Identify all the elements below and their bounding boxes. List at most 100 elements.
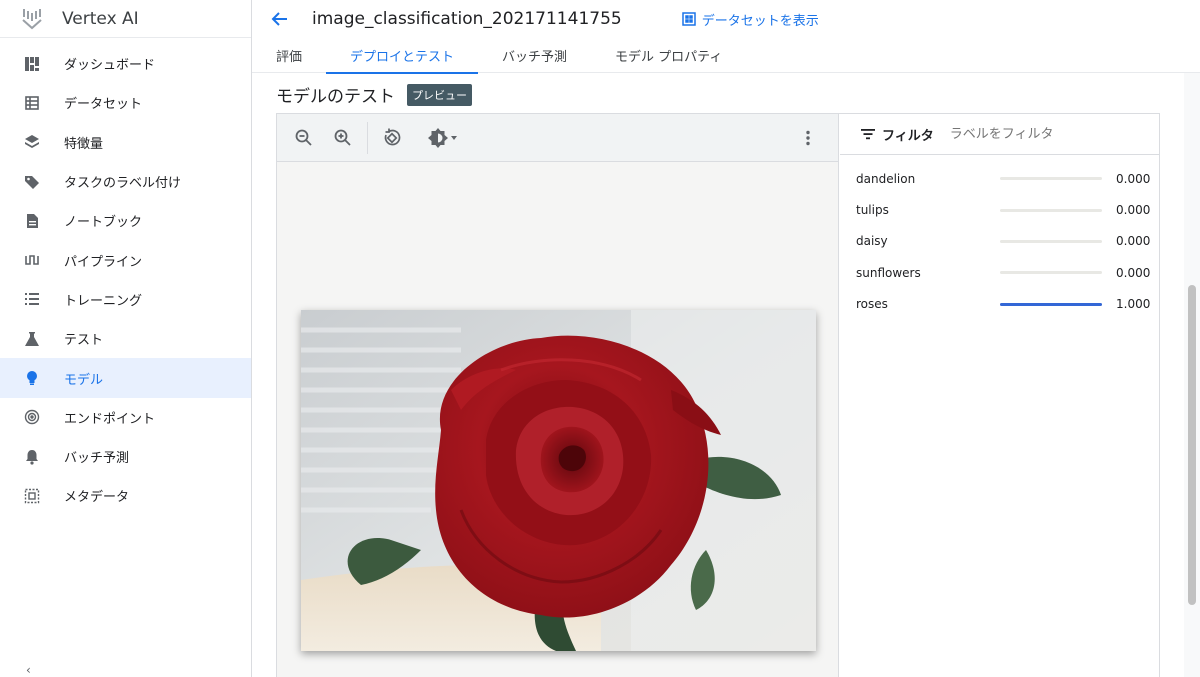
prediction-row: daisy 0.000 (840, 226, 1159, 257)
confidence-score: 0.000 (1116, 203, 1151, 218)
sidebar-item-notebooks[interactable]: ノートブック (0, 201, 251, 240)
sidebar: Vertex AI ダッシュボード データセット 特徴量 タスクのラベル付け ノ… (0, 0, 252, 677)
tab-model-properties[interactable]: モデル プロパティ (591, 38, 746, 73)
filter-button[interactable]: フィルタ (860, 125, 934, 144)
confidence-bar (1000, 208, 1102, 212)
features-icon (24, 134, 40, 150)
filter-bar: フィルタ (840, 114, 1159, 155)
confidence-bar (1000, 302, 1102, 306)
pipeline-icon (24, 252, 40, 268)
label-filter-input[interactable] (949, 126, 1110, 142)
more-options-button[interactable] (796, 126, 820, 150)
rose-image (301, 310, 816, 651)
label-tag-icon (24, 174, 40, 190)
zoom-in-icon (334, 129, 351, 146)
sidebar-item-label: メタデータ (64, 490, 130, 506)
prediction-label: sunflowers (856, 265, 921, 280)
notebook-icon (24, 213, 40, 229)
confidence-bar (1000, 239, 1102, 243)
tab-batch-predict[interactable]: バッチ予測 (478, 38, 591, 73)
sidebar-nav: ダッシュボード データセット 特徴量 タスクのラベル付け ノートブック パイプラ… (0, 38, 251, 516)
prediction-label: roses (856, 297, 888, 312)
lightbulb-icon (24, 370, 40, 386)
sidebar-item-models[interactable]: モデル (0, 358, 251, 398)
sidebar-item-label: パイプライン (64, 254, 143, 270)
training-list-icon (24, 291, 40, 307)
sidebar-item-label: トレーニング (64, 293, 143, 309)
dashboard-icon (24, 56, 40, 72)
view-dataset-link[interactable]: データセットを表示 (681, 10, 819, 29)
page-scrollbar[interactable] (1184, 73, 1200, 677)
sidebar-item-labeling-tasks[interactable]: タスクのラベル付け (0, 162, 251, 201)
test-panel: フィルタ dandelion 0.000 tulips 0.000 daisy 0.000… (276, 113, 1160, 677)
prediction-row: roses 1.000 (840, 289, 1159, 320)
prediction-row: dandelion 0.000 (840, 163, 1159, 194)
preview-badge: プレビュー (407, 83, 472, 106)
confidence-bar (1000, 271, 1102, 275)
sidebar-item-label: テスト (64, 333, 104, 349)
rotate-icon (384, 128, 401, 145)
prediction-row: tulips 0.000 (840, 194, 1159, 225)
rotate-button[interactable] (378, 124, 406, 152)
page-header: image_classification_202171141755 データセット… (252, 0, 1200, 38)
test-image (301, 310, 816, 651)
endpoint-icon (24, 409, 40, 425)
toolbar-divider (367, 121, 368, 154)
prediction-results: フィルタ dandelion 0.000 tulips 0.000 daisy 0.000… (840, 114, 1159, 677)
sidebar-item-training[interactable]: トレーニング (0, 280, 251, 319)
zoom-out-icon (295, 129, 312, 146)
metadata-icon (24, 488, 40, 504)
product-title: Vertex AI (62, 8, 139, 29)
sidebar-item-datasets[interactable]: データセット (0, 83, 251, 122)
flask-icon (24, 331, 40, 347)
page-title: image_classification_202171141755 (312, 9, 622, 29)
filter-label: フィルタ (882, 128, 934, 144)
sidebar-item-experiments[interactable]: テスト (0, 319, 251, 358)
confidence-bar (1000, 177, 1102, 181)
section-title: モデルのテスト (276, 87, 395, 107)
chevron-down-icon (451, 135, 457, 140)
sidebar-item-batch-predictions[interactable]: バッチ予測 (0, 437, 251, 476)
confidence-score: 0.000 (1116, 234, 1151, 249)
brand-header[interactable]: Vertex AI (0, 0, 251, 38)
dataset-icon (24, 95, 40, 111)
sidebar-item-label: タスクのラベル付け (64, 176, 182, 192)
bell-icon (24, 449, 40, 465)
sidebar-item-pipelines[interactable]: パイプライン (0, 240, 251, 279)
image-viewer (277, 114, 839, 677)
app-root: Vertex AI ダッシュボード データセット 特徴量 タスクのラベル付け ノ… (0, 0, 1200, 677)
sidebar-item-label: 特徴量 (64, 136, 104, 152)
brightness-icon (428, 127, 448, 148)
prediction-label: dandelion (856, 171, 916, 186)
sidebar-item-features[interactable]: 特徴量 (0, 123, 251, 162)
prediction-label: daisy (856, 234, 888, 249)
scrollbar-thumb[interactable] (1188, 285, 1196, 605)
sidebar-item-label: データセット (64, 97, 143, 113)
sidebar-item-endpoints[interactable]: エンドポイント (0, 398, 251, 437)
sidebar-item-label: モデル (64, 372, 104, 388)
prediction-label: tulips (856, 203, 889, 218)
filter-list-icon (861, 129, 875, 140)
sidebar-item-dashboard[interactable]: ダッシュボード (0, 44, 251, 83)
confidence-score: 0.000 (1116, 171, 1151, 186)
sidebar-item-label: バッチ予測 (64, 451, 130, 467)
zoom-in-button[interactable] (329, 124, 357, 152)
vertex-ai-logo-icon (22, 8, 42, 29)
view-dataset-label: データセットを表示 (701, 13, 819, 29)
sidebar-item-label: ダッシュボード (64, 58, 156, 74)
zoom-out-button[interactable] (290, 124, 318, 152)
back-arrow-icon[interactable] (270, 9, 290, 29)
prediction-list: dandelion 0.000 tulips 0.000 daisy 0.000 sunfl… (840, 155, 1159, 320)
confidence-bar-fill (1000, 302, 1102, 306)
model-tabs: 評価 デプロイとテスト バッチ予測 モデル プロパティ (252, 38, 1200, 74)
sidebar-item-metadata[interactable]: メタデータ (0, 476, 251, 515)
tab-deploy-and-test[interactable]: デプロイとテスト (326, 38, 479, 74)
tab-evaluate[interactable]: 評価 (252, 38, 326, 73)
brightness-button[interactable] (422, 124, 464, 152)
image-toolbar (277, 114, 838, 162)
collapse-sidebar-icon[interactable]: ‹ (26, 663, 31, 677)
dataset-grid-icon (681, 12, 696, 26)
section-header: モデルのテスト プレビュー (276, 82, 472, 107)
more-vert-icon (806, 130, 810, 146)
sidebar-item-label: エンドポイント (64, 411, 156, 427)
